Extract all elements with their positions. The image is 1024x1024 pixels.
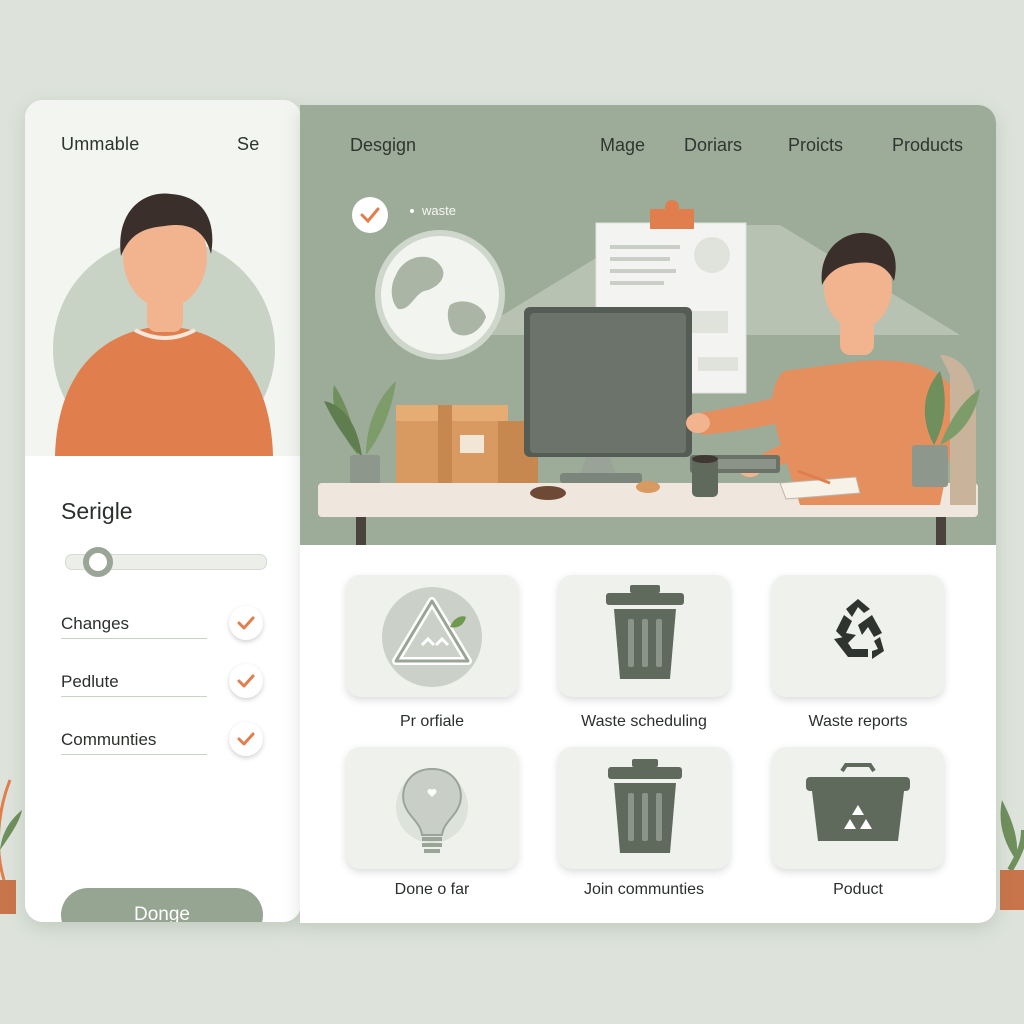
check-icon	[237, 616, 255, 630]
nav-logo[interactable]: Desgign	[350, 135, 416, 156]
tile-done-so-far[interactable]	[346, 747, 518, 869]
nav-item-mage[interactable]: Mage	[600, 135, 645, 156]
monitor-illustration	[524, 307, 692, 483]
brand-short[interactable]: Se	[237, 134, 259, 155]
brand-title: Ummable	[61, 134, 140, 154]
option-row-pedlute[interactable]: Pedlute	[61, 664, 263, 700]
recycle-arrows-icon	[834, 599, 884, 659]
recycle-bin-icon	[806, 763, 910, 841]
tile-label: Poduct	[833, 881, 883, 898]
settings-section: Serigle Changes Pedlute Communties Donge	[25, 456, 301, 922]
nav-item-doriars[interactable]: Doriars	[684, 135, 742, 156]
setting-slider[interactable]	[65, 547, 267, 577]
tile-waste-reports[interactable]	[772, 575, 944, 697]
check-icon	[237, 674, 255, 688]
slider-handle[interactable]	[83, 547, 113, 577]
option-checkbox[interactable]	[229, 664, 263, 698]
tile-join-communities[interactable]	[558, 747, 730, 869]
plant-illustration	[324, 381, 396, 491]
recycle-triangle-icon	[382, 587, 482, 687]
tile-waste-scheduling[interactable]	[558, 575, 730, 697]
tile-profile[interactable]	[346, 575, 518, 697]
tile-label: Waste scheduling	[581, 713, 707, 730]
hero-badge-label: waste	[422, 203, 456, 218]
option-divider	[61, 638, 207, 639]
main-panel: Desgign Mage Doriars Proicts Products wa…	[300, 105, 996, 923]
section-title: Serigle	[61, 498, 133, 524]
option-label: Communties	[61, 730, 157, 749]
option-divider	[61, 696, 207, 697]
nav-item-products[interactable]: Products	[892, 135, 963, 156]
avatar	[55, 193, 273, 456]
trash-bin-icon	[608, 759, 682, 853]
check-icon	[237, 732, 255, 746]
option-row-changes[interactable]: Changes	[61, 606, 263, 642]
tile-label: Waste reports	[808, 713, 908, 730]
trash-bin-icon	[606, 585, 684, 679]
option-row-communities[interactable]: Communties	[61, 722, 263, 758]
nav-item-proicts[interactable]: Proicts	[788, 135, 843, 156]
option-checkbox[interactable]	[229, 722, 263, 756]
profile-header: Ummable Se	[25, 100, 301, 460]
tile-label: Join communties	[583, 881, 705, 898]
tile-label: Pr orfiale	[399, 713, 465, 730]
tile-label: Done o far	[394, 881, 470, 898]
option-label: Changes	[61, 614, 130, 633]
done-button[interactable]: Donge	[61, 888, 263, 922]
workspace-illustration	[318, 197, 980, 545]
tile-product[interactable]	[772, 747, 944, 869]
option-divider	[61, 754, 207, 755]
option-checkbox[interactable]	[229, 606, 263, 640]
lightbulb-icon	[396, 767, 468, 853]
hero-banner: Desgign Mage Doriars Proicts Products wa…	[300, 105, 996, 545]
profile-panel: Ummable Se Serigle Changes Pedlute Commu…	[25, 100, 301, 922]
globe-icon	[375, 230, 505, 360]
background-plant-right	[1000, 800, 1024, 910]
option-label: Pedlute	[61, 672, 119, 691]
